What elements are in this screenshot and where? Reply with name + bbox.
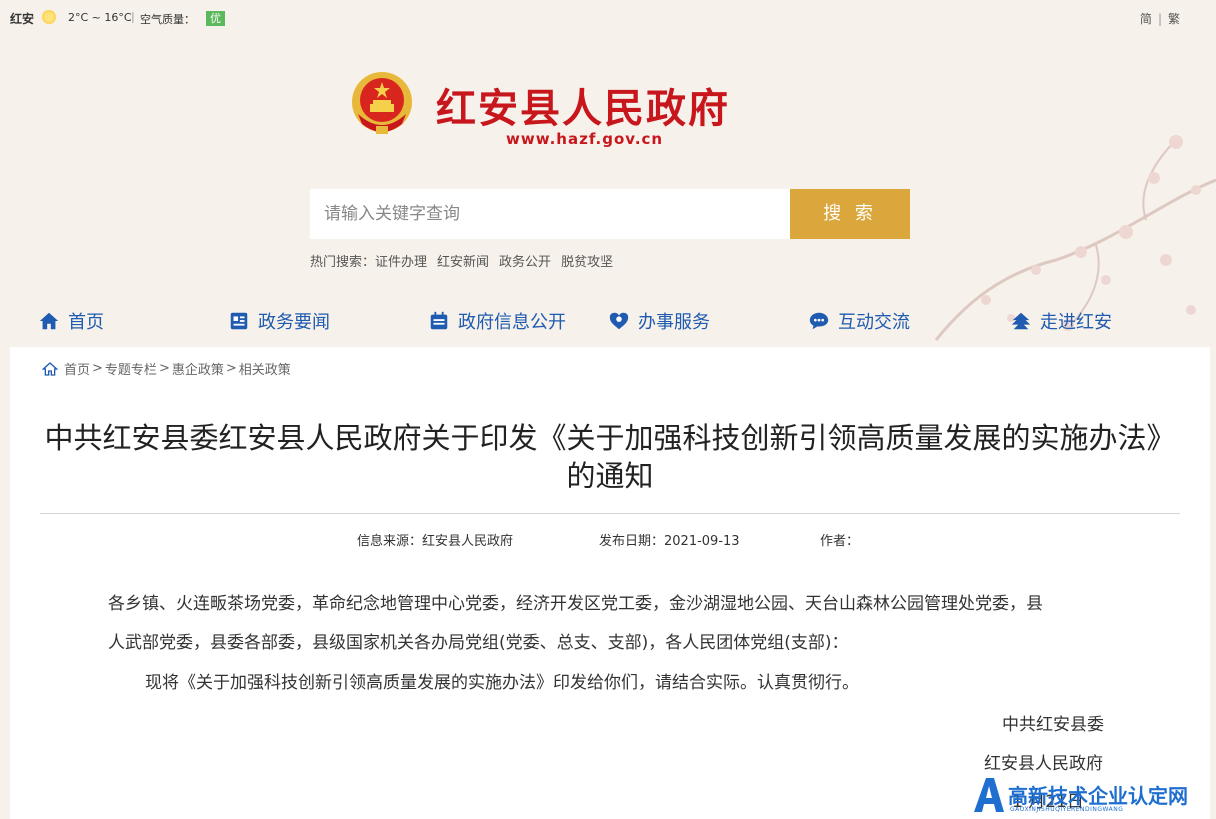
- hot-search-link[interactable]: 政务公开: [499, 255, 551, 270]
- traditional-chinese-link[interactable]: 繁: [1168, 12, 1180, 26]
- national-emblem-logo: [352, 72, 412, 134]
- breadcrumb-separator: >: [92, 361, 103, 376]
- breadcrumb-separator: >: [158, 361, 170, 376]
- calendar-icon: [430, 311, 448, 330]
- hot-searches: 热门搜索：证件办理 红安新闻 政务公开 脱贫攻坚: [310, 251, 623, 270]
- article-author: 作者：: [820, 530, 859, 549]
- watermark: 高新技术企业认定网 GAOXINJISHUQIYERENDINGWANG: [970, 770, 1216, 819]
- divider: |: [1157, 12, 1162, 26]
- article-source: 信息来源：红安县人民政府: [357, 530, 513, 549]
- breadcrumb: 首页 > 专题专栏 > 惠企政策 > 相关政策: [42, 359, 291, 378]
- home-icon: [39, 312, 59, 330]
- date-label: 发布日期：: [599, 534, 665, 549]
- nav-item-label: 政府信息公开: [458, 312, 566, 333]
- site-title: 红安县人民政府: [436, 85, 730, 132]
- article-title: 中共红安县委红安县人民政府关于印发《关于加强科技创新引领高质量发展的实施办法》的…: [44, 421, 1176, 493]
- mountain-icon: [1011, 312, 1031, 330]
- signer: 中共红安县委: [1002, 715, 1104, 735]
- city-name: 红安: [10, 12, 35, 26]
- article-date: 发布日期：2021-09-13: [599, 530, 740, 549]
- search-button[interactable]: 搜 索: [790, 189, 910, 239]
- nav-item-services[interactable]: 办事服务: [608, 306, 710, 336]
- breadcrumb-item[interactable]: 惠企政策: [172, 359, 224, 378]
- date-value: 2021-09-13: [664, 534, 740, 549]
- air-quality-badge: 优: [206, 11, 225, 26]
- hot-search-link[interactable]: 脱贫攻坚: [561, 255, 613, 270]
- hot-search-label: 热门搜索：: [310, 255, 376, 270]
- nav-item-about[interactable]: 走进红安: [1010, 306, 1112, 336]
- nav-item-label: 首页: [68, 312, 104, 333]
- paragraph: 现将《关于加强科技创新引领高质量发展的实施办法》印发给你们，请结合实际。认真贯彻…: [145, 673, 859, 693]
- top-bar: 红安 2°C ~ 16°C | 空气质量： 优 简 | 繁: [0, 0, 1216, 36]
- divider: [40, 513, 1180, 514]
- chat-icon: [809, 312, 829, 330]
- home-icon: [42, 361, 58, 376]
- temperature: 2°C ~ 16°C: [68, 11, 132, 24]
- sunny-weather-icon: [42, 10, 56, 24]
- air-quality-label: 空气质量：: [140, 13, 195, 26]
- nav-item-label: 办事服务: [638, 312, 710, 333]
- source-label: 信息来源：: [357, 534, 423, 549]
- watermark-logo: [974, 778, 1004, 812]
- nav-item-label: 走进红安: [1040, 312, 1112, 333]
- service-icon: [609, 312, 629, 330]
- paragraph-line: 人武部党委，县委各部委，县级国家机关各办局党组(党委、总支、支部)，各人民团体党…: [108, 633, 849, 653]
- news-icon: [230, 312, 248, 330]
- nav-item-news[interactable]: 政务要闻: [228, 306, 330, 336]
- hot-search-link[interactable]: 证件办理: [375, 255, 427, 270]
- paragraph-line: 各乡镇、火连畈茶场党委，革命纪念地管理中心党委，经济开发区党工委，金沙湖湿地公园…: [108, 594, 1043, 614]
- breadcrumb-home[interactable]: 首页: [64, 359, 90, 378]
- simplified-chinese-link[interactable]: 简: [1140, 12, 1152, 26]
- divider: |: [131, 10, 135, 23]
- breadcrumb-item[interactable]: 专题专栏: [105, 359, 157, 378]
- content-panel: 首页 > 专题专栏 > 惠企政策 > 相关政策 中共红安县委红安县人民政府关于印发《关于加强…: [10, 347, 1210, 819]
- main-nav: 首页 政务要闻 政府信息公开 办事服务 互动交流 走进红安: [0, 306, 1216, 342]
- nav-item-gov-info[interactable]: 政府信息公开: [428, 306, 566, 336]
- nav-item-label: 互动交流: [838, 312, 910, 333]
- nav-item-interaction[interactable]: 互动交流: [808, 306, 910, 336]
- breadcrumb-item[interactable]: 相关政策: [239, 359, 291, 378]
- breadcrumb-separator: >: [225, 361, 237, 376]
- language-switch: 简 | 繁: [1140, 10, 1180, 27]
- hot-search-link[interactable]: 红安新闻: [437, 255, 489, 270]
- watermark-text: 高新技术企业认定网: [1008, 784, 1188, 808]
- author-label: 作者：: [820, 534, 860, 549]
- watermark-subtext: GAOXINJISHUQIYERENDINGWANG: [1010, 806, 1124, 813]
- nav-item-home[interactable]: 首页: [38, 306, 104, 336]
- source-value: 红安县人民政府: [422, 534, 514, 549]
- search-input[interactable]: 请输入关键字查询: [310, 189, 790, 239]
- nav-item-label: 政务要闻: [258, 312, 330, 333]
- site-url: www.hazf.gov.cn: [506, 130, 664, 148]
